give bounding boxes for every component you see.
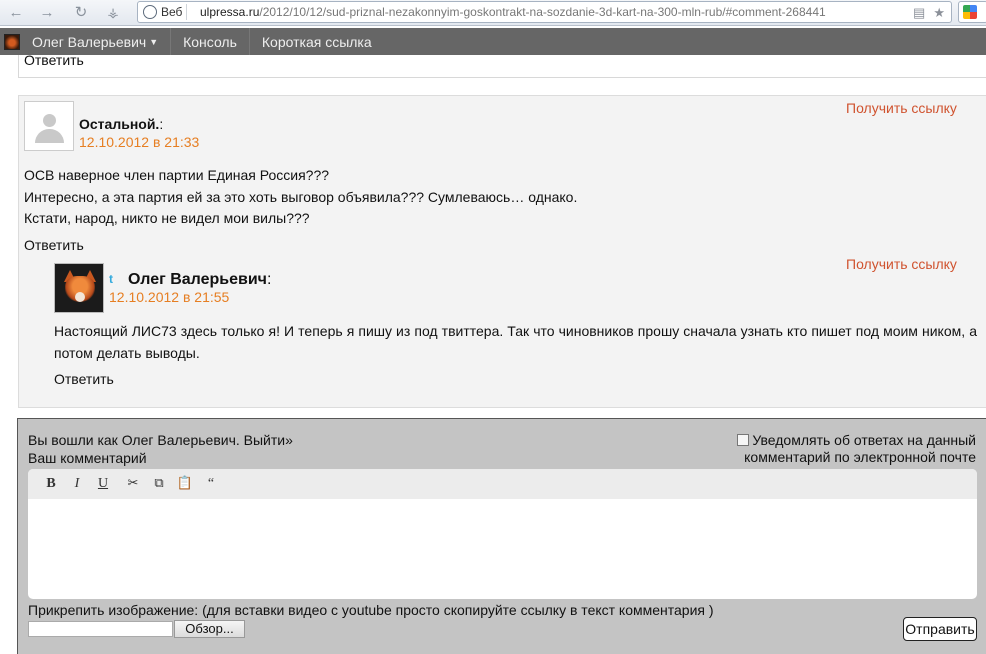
admin-console-link[interactable]: Консоль (170, 28, 249, 55)
twitter-icon: t (109, 272, 113, 286)
reply-reply-link[interactable]: Ответить (54, 371, 114, 387)
reload-icon[interactable]: ↻ (71, 3, 91, 23)
admin-user-label: Олег Валерьевич (32, 33, 147, 50)
address-bar[interactable]: Веб ulpressa.ru/2012/10/12/sud-priznal-n… (137, 1, 952, 23)
comment-line: Интересно, а эта партия ей за это хоть в… (24, 188, 578, 205)
notify-option[interactable]: Уведомлять об ответах на данный коммента… (706, 432, 976, 466)
comment-author-name: Остальной. (79, 116, 160, 132)
notify-line-2: комментарий по электронной почте (744, 449, 976, 465)
comment-label: Ваш комментарий (28, 450, 147, 466)
comment-reply-link[interactable]: Ответить (24, 237, 84, 253)
page-content: Ответить Остальной.: 12.10.2012 в 21:33 … (0, 52, 986, 654)
rss-icon[interactable]: ▤ (913, 5, 925, 21)
key-icon[interactable]: ⚶ (103, 3, 123, 23)
back-icon[interactable]: ← (6, 3, 26, 23)
comment-textarea[interactable] (28, 499, 977, 599)
url-path: /2012/10/12/sud-priznal-nezakonnyim-gosk… (259, 5, 826, 19)
previous-comment-bottom: Ответить (18, 52, 986, 78)
fox-avatar (54, 263, 104, 313)
admin-avatar[interactable] (0, 28, 24, 55)
previous-reply-link[interactable]: Ответить (24, 52, 84, 68)
editor-toolbar: B I U ✂ ⧉ 📋 “ (28, 469, 977, 499)
globe-icon (143, 5, 157, 19)
avatar-head-shape (43, 114, 56, 127)
admin-user-menu[interactable]: Олег Валерьевич ▼ (24, 28, 170, 55)
fox-snout (75, 292, 85, 302)
extension-button[interactable] (958, 1, 986, 23)
forward-icon[interactable]: → (37, 3, 57, 23)
reply-comment: t Олег Валерьевич: 12.10.2012 в 21:55 По… (54, 256, 986, 409)
admin-console-label: Консоль (183, 33, 237, 50)
paste-icon[interactable]: 📋 (172, 473, 198, 495)
file-path-field[interactable] (28, 621, 173, 637)
reply-date[interactable]: 12.10.2012 в 21:55 (109, 289, 229, 305)
notify-checkbox[interactable] (737, 434, 750, 446)
comment-author-colon: : (159, 116, 164, 132)
cut-icon[interactable]: ✂ (120, 473, 146, 495)
comment-date[interactable]: 12.10.2012 в 21:33 (79, 134, 199, 150)
site-info-chip[interactable]: Веб (143, 4, 188, 20)
reply-get-link[interactable]: Получить ссылку (846, 256, 957, 272)
quote-button[interactable]: “ (198, 473, 224, 495)
notify-line-1: Уведомлять об ответах на данный (752, 432, 976, 448)
admin-shortlink[interactable]: Короткая ссылка (248, 28, 384, 55)
comment-get-link[interactable]: Получить ссылку (846, 100, 957, 116)
copy-icon[interactable]: ⧉ (146, 473, 172, 495)
logged-in-text[interactable]: Вы вошли как Олег Валерьевич. Выйти» (28, 432, 293, 448)
attach-label: Прикрепить изображение: (для вставки вид… (28, 602, 714, 618)
google-extension-icon (963, 5, 977, 19)
comment-form: Вы вошли как Олег Валерьевич. Выйти» Ваш… (17, 418, 986, 654)
fox-avatar-icon (4, 33, 20, 50)
default-avatar (24, 101, 74, 151)
comment-editor[interactable]: B I U ✂ ⧉ 📋 “ (28, 469, 977, 599)
comment-author: Остальной.: (79, 116, 163, 132)
submit-button[interactable]: Отправить (903, 617, 977, 641)
comment-text: ОСВ наверное член партии Единая Россия??… (24, 165, 577, 230)
reply-author-name: Олег Валерьевич (128, 271, 267, 288)
comment-line: Кстати, народ, никто не видел мои вилы??… (24, 210, 310, 226)
web-label: Веб (161, 5, 183, 19)
comment: Остальной.: 12.10.2012 в 21:33 Получить … (18, 95, 986, 408)
url-text[interactable]: ulpressa.ru/2012/10/12/sud-priznal-nezak… (200, 5, 826, 19)
star-icon[interactable]: ★ (933, 5, 945, 21)
browser-toolbar: ← → ↻ ⚶ Веб ulpressa.ru/2012/10/12/sud-p… (0, 0, 986, 26)
avatar-body-shape (35, 129, 64, 143)
reply-text: Настоящий ЛИС73 здесь только я! И теперь… (54, 323, 977, 361)
browse-button[interactable]: Обзор... (174, 620, 245, 638)
reply-author: Олег Валерьевич: (128, 271, 271, 289)
dropdown-caret-icon: ▼ (149, 36, 159, 47)
reply-author-colon: : (266, 271, 272, 288)
underline-button[interactable]: U (90, 473, 116, 495)
url-domain: ulpressa.ru (200, 5, 260, 19)
italic-button[interactable]: I (64, 473, 90, 495)
admin-shortlink-label: Короткая ссылка (261, 33, 372, 50)
admin-bar: Олег Валерьевич ▼ Консоль Короткая ссылка (0, 28, 986, 55)
comment-line: ОСВ наверное член партии Единая Россия??… (24, 167, 330, 183)
bold-button[interactable]: B (38, 473, 64, 495)
